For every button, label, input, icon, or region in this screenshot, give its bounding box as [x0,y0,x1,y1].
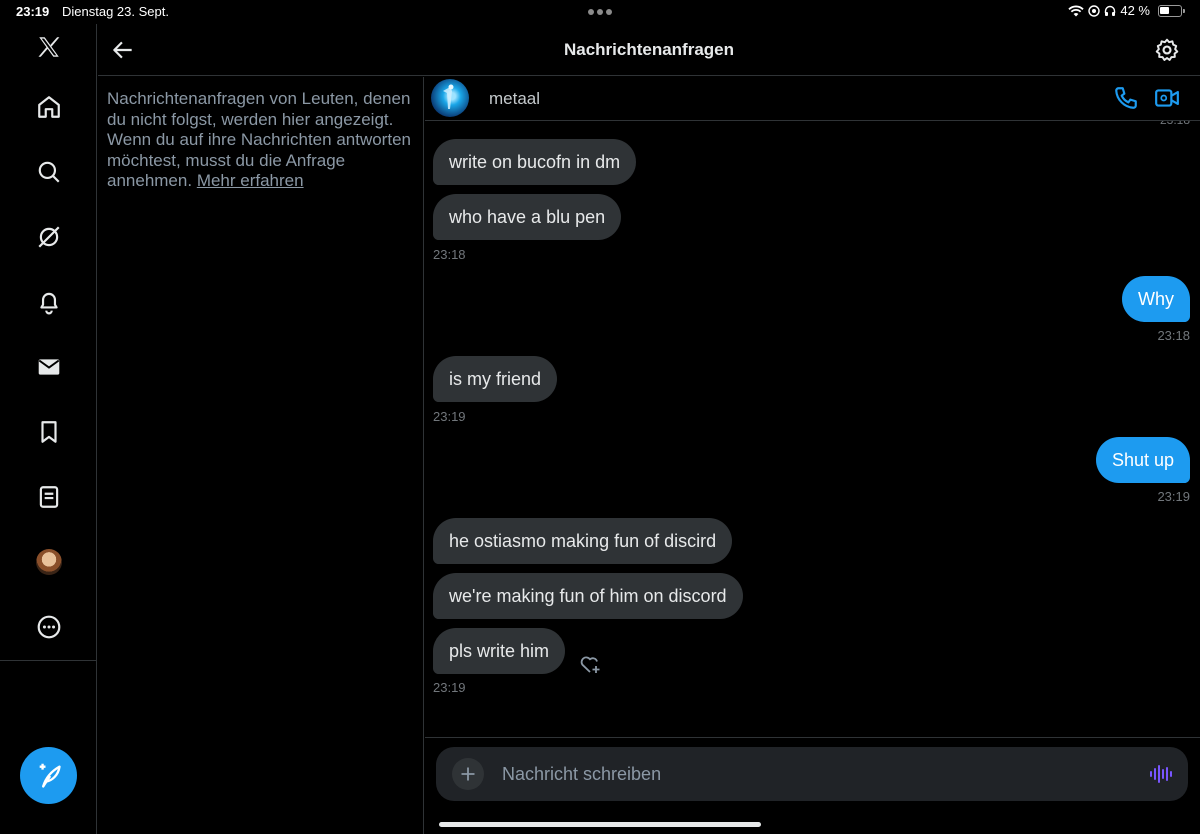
add-reaction-icon[interactable] [578,652,602,676]
video-call-icon[interactable] [1154,85,1180,111]
feather-plus-icon [39,763,61,788]
message-time: 23:19 [433,680,466,695]
message-composer [436,747,1188,801]
message-time: 23:18 [1157,328,1190,343]
mail-icon[interactable] [28,346,70,388]
message-bubble-incoming[interactable]: is my friend [433,356,558,402]
status-date: Dienstag 23. Sept. [62,4,169,19]
page-title: Nachrichtenanfragen [563,40,735,59]
home-icon[interactable] [28,86,70,128]
battery-icon [1158,4,1185,17]
phone-icon[interactable] [1113,85,1139,111]
add-media-button[interactable] [452,758,484,790]
message-bubble-incoming[interactable]: pls write him [433,628,566,674]
more-icon[interactable] [28,606,70,648]
requests-panel: Nachrichtenanfragen von Leuten, denen du… [98,77,424,834]
message-bubble-outgoing[interactable]: Why [1122,276,1190,322]
composer-divider [425,737,1200,738]
battery-percent: 42 % [1120,3,1150,18]
bell-icon[interactable] [28,281,70,323]
message-input[interactable] [502,763,1102,785]
message-bubble-incoming[interactable]: we're making fun of him on discord [433,573,743,619]
message-bubble-incoming[interactable]: who have a blu pen [433,194,622,240]
rail-divider [0,660,97,661]
message-bubble-incoming[interactable]: write on bucofn in dm [433,139,637,185]
plus-icon [461,767,475,781]
x-logo-icon[interactable] [28,26,70,68]
gear-icon[interactable] [1154,37,1180,63]
conversation-panel: metaal 23:18 write on bucofn in dm who h… [425,77,1200,834]
location-icon [1088,4,1101,17]
message-time: 23:19 [433,409,466,424]
contact-avatar[interactable] [431,79,469,117]
message-time: 23:18 [433,247,466,262]
search-icon[interactable] [28,151,70,193]
voice-message-icon[interactable] [1148,762,1172,786]
requests-info: Nachrichtenanfragen von Leuten, denen du… [107,89,415,192]
status-time: 23:19 [16,4,50,19]
status-bar: 23:19 Dienstag 23. Sept. 42 % [0,0,1200,24]
conversation-header[interactable]: metaal [425,77,1200,121]
bookmark-icon[interactable] [28,411,70,453]
contact-name[interactable]: metaal [489,89,540,109]
message-bubble-outgoing[interactable]: Shut up [1095,437,1190,483]
multitasking-dots-icon[interactable] [588,9,612,15]
message-time: 23:19 [1157,489,1190,504]
message-bubble-incoming[interactable]: he ostiasmo making fun of discird [433,518,733,564]
compose-button[interactable] [20,747,77,804]
home-indicator[interactable] [439,822,761,827]
page-header: Nachrichtenanfragen [98,24,1200,76]
grok-icon[interactable] [28,216,70,258]
headphones-icon [1105,5,1116,16]
status-indicators: 42 % [1068,3,1185,18]
nav-rail [0,24,97,834]
lists-icon[interactable] [28,476,70,518]
profile-avatar[interactable] [28,541,70,583]
avatar [36,549,62,575]
wifi-icon [1068,5,1084,16]
learn-more-link[interactable]: Mehr erfahren [197,171,304,190]
